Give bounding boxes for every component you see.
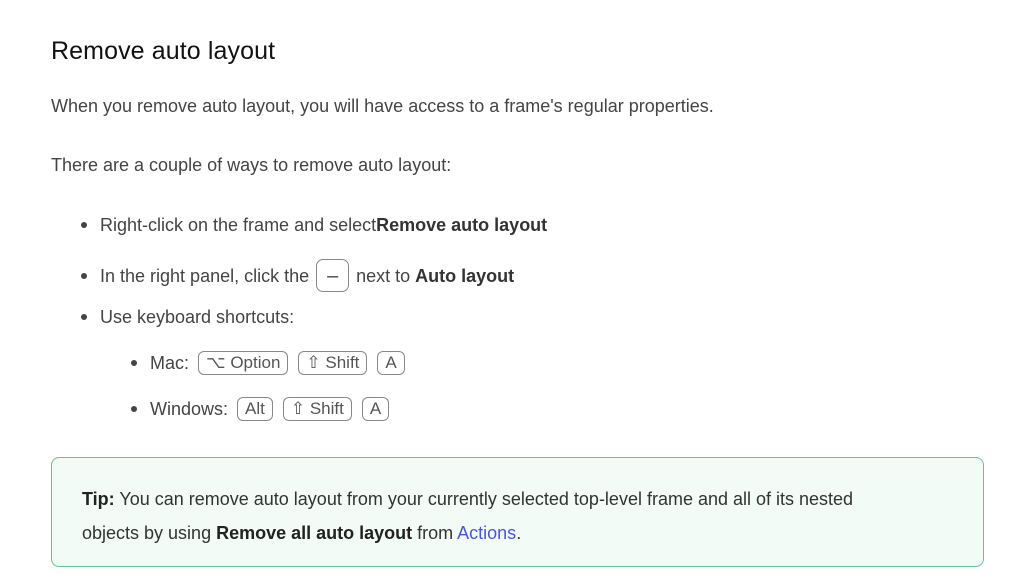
bullet bbox=[81, 222, 87, 228]
tip-text: Tip: You can remove auto layout from you… bbox=[82, 482, 902, 550]
bullet bbox=[131, 360, 137, 366]
remove-auto-layout-button-icon: – bbox=[316, 259, 350, 292]
list-item-text: next to bbox=[356, 265, 411, 286]
list-item-text: Use keyboard shortcuts: bbox=[100, 307, 295, 327]
list-item-right-panel: In the right panel, click the – next to … bbox=[81, 259, 514, 292]
list-item-strong: Remove auto layout bbox=[376, 215, 548, 235]
list-item-mac-shortcut: Mac: ⌥ Option ⇧ Shift A bbox=[131, 351, 415, 375]
platform-label: Windows: bbox=[150, 399, 229, 419]
tip-body-2: from bbox=[412, 523, 458, 543]
tip-end: . bbox=[516, 523, 522, 543]
ways-intro-paragraph: There are a couple of ways to remove aut… bbox=[51, 155, 452, 175]
intro-paragraph: When you remove auto layout, you will ha… bbox=[51, 96, 714, 116]
list-item-windows-shortcut: Windows: Alt ⇧ Shift A bbox=[131, 397, 399, 421]
a-key: A bbox=[377, 351, 405, 375]
tip-strong: Remove all auto layout bbox=[216, 523, 413, 543]
list-item-right-click: Right-click on the frame and select Remo… bbox=[81, 213, 547, 237]
list-item-strong: Auto layout bbox=[415, 265, 515, 286]
shift-key: ⇧ Shift bbox=[298, 351, 368, 375]
bullet bbox=[131, 406, 137, 412]
option-key: ⌥ Option bbox=[198, 351, 289, 375]
section-heading: Remove auto layout bbox=[51, 37, 276, 65]
tip-label: Tip: bbox=[82, 489, 115, 509]
list-item-shortcuts: Use keyboard shortcuts: bbox=[81, 305, 294, 329]
bullet bbox=[81, 314, 87, 320]
alt-key: Alt bbox=[237, 397, 273, 421]
platform-label: Mac: bbox=[150, 353, 190, 373]
tip-callout: Tip: You can remove auto layout from you… bbox=[51, 457, 984, 567]
shift-key: ⇧ Shift bbox=[282, 397, 352, 421]
list-item-text: Right-click on the frame and select bbox=[100, 215, 377, 235]
bullet bbox=[81, 272, 87, 279]
list-item-text: In the right panel, click the bbox=[100, 265, 310, 286]
actions-link[interactable]: Actions bbox=[457, 523, 516, 543]
minus-icon: – bbox=[327, 264, 339, 287]
a-key: A bbox=[361, 397, 390, 421]
